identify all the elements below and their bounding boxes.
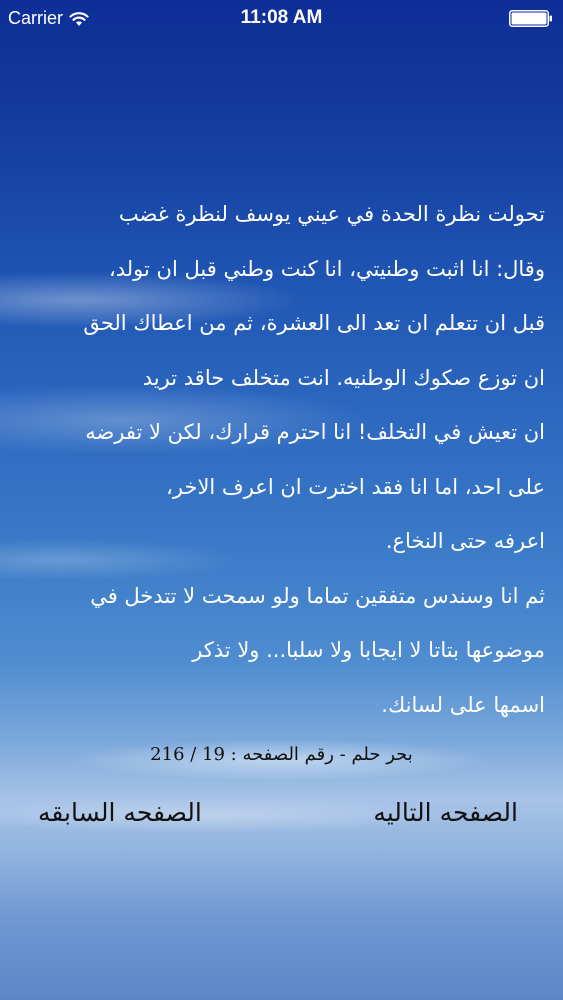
story-line-8: ثم انا وسندس متفقين تماما ولو سمحت لا تت… xyxy=(90,583,545,608)
story-line-7: اعرفه حتى النخاع. xyxy=(385,529,545,553)
status-bar: Carrier 11:08 AM xyxy=(0,0,563,36)
next-page-button[interactable]: الصفحه التاليه xyxy=(373,798,518,827)
story-line-10: اسمها على لسانك. xyxy=(381,692,545,717)
story-line-9: موضوعها بتاتا لا ايجابا ولا سلبا... ولا … xyxy=(192,638,545,662)
previous-page-button[interactable]: الصفحه السابقه xyxy=(38,798,202,827)
story-line-3: قبل ان تتعلم ان تعد الى العشرة، ثم من اع… xyxy=(83,311,545,335)
story-text: تحولت نظرة الحدة في عيني يوسف لنظرة غضب … xyxy=(40,187,545,732)
story-line-1: تحولت نظرة الحدة في عيني يوسف لنظرة غضب xyxy=(118,202,545,226)
story-line-2: وقال: انا اثبت وطنيتي، انا كنت وطني قبل … xyxy=(108,256,545,281)
battery-icon xyxy=(509,10,552,27)
story-line-6: على احد، اما انا فقد اخترت ان اعرف الاخر… xyxy=(166,474,545,499)
background-clouds xyxy=(0,720,563,860)
story-line-5: ان تعيش في التخلف! انا احترم قرارك، لكن … xyxy=(85,420,545,444)
story-line-4: ان توزع صكوك الوطنيه. انت متخلف حاقد تري… xyxy=(142,365,545,390)
page-number-label: بحر حلم - رقم الصفحه : 19 / 216 xyxy=(150,744,413,765)
status-time: 11:08 AM xyxy=(240,7,323,28)
